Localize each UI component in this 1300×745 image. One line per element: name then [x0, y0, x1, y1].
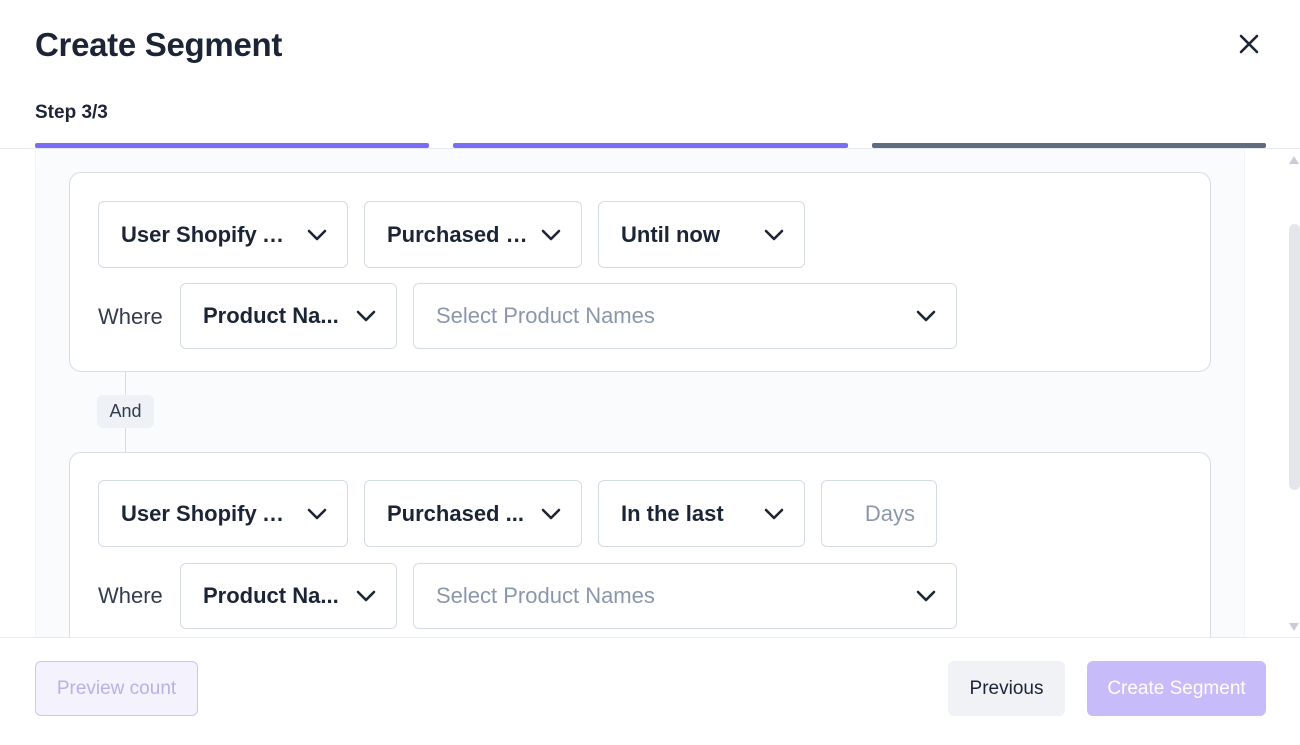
- action-dropdown-value: Purchased a...: [387, 221, 531, 247]
- close-icon[interactable]: [1238, 33, 1260, 60]
- product-names-select[interactable]: Select Product Names: [413, 283, 957, 349]
- action-dropdown[interactable]: Purchased a...: [364, 201, 582, 268]
- preview-count-button[interactable]: Preview count: [35, 661, 198, 716]
- close-button[interactable]: [1233, 30, 1265, 62]
- chevron-down-icon: [307, 225, 327, 245]
- time-range-value: Until now: [621, 221, 720, 247]
- product-names-placeholder: Select Product Names: [436, 303, 655, 328]
- time-range-value: In the last: [621, 500, 724, 526]
- modal-title: Create Segment: [35, 26, 283, 63]
- where-label: Where: [98, 583, 163, 608]
- vertical-scrollbar[interactable]: [1285, 150, 1300, 637]
- where-label: Where: [98, 304, 163, 329]
- scroll-up-arrow-icon[interactable]: [1289, 156, 1299, 164]
- property-dropdown[interactable]: Product Na...: [180, 283, 397, 349]
- chevron-down-icon: [916, 586, 936, 606]
- and-operator-badge[interactable]: And: [97, 395, 154, 428]
- modal-footer: Preview count Previous Create Segment: [0, 637, 1300, 745]
- property-dropdown-value: Product Na...: [203, 583, 339, 608]
- chevron-down-icon: [541, 504, 561, 524]
- connector-line-top: [125, 372, 126, 395]
- property-dropdown[interactable]: Product Na...: [180, 563, 397, 629]
- product-names-select[interactable]: Select Product Names: [413, 563, 957, 629]
- event-dropdown[interactable]: User Shopify Ac...: [98, 480, 348, 547]
- modal-header: Create Segment Step 3/3: [0, 0, 1300, 150]
- chevron-down-icon: [307, 504, 327, 524]
- chevron-down-icon: [356, 586, 376, 606]
- chevron-down-icon: [916, 306, 936, 326]
- time-range-dropdown[interactable]: Until now: [598, 201, 805, 268]
- time-range-dropdown[interactable]: In the last: [598, 480, 805, 547]
- scroll-down-arrow-icon[interactable]: [1289, 623, 1299, 631]
- chevron-down-icon: [764, 504, 784, 524]
- connector-line-bottom: [125, 428, 126, 452]
- rule-card-1: User Shopify Ac... Purchased a... Until …: [69, 172, 1211, 372]
- property-dropdown-value: Product Na...: [203, 303, 339, 328]
- rule-card-2: User Shopify Ac... Purchased ... In the …: [69, 452, 1211, 637]
- chevron-down-icon: [356, 306, 376, 326]
- create-segment-button[interactable]: Create Segment: [1087, 661, 1266, 716]
- rules-scroll-area[interactable]: User Shopify Ac... Purchased a... Until …: [35, 149, 1245, 637]
- previous-button[interactable]: Previous: [948, 661, 1065, 716]
- scroll-thumb[interactable]: [1289, 224, 1300, 490]
- event-dropdown-value: User Shopify Ac...: [121, 500, 297, 526]
- step-indicator: Step 3/3: [35, 102, 108, 123]
- event-dropdown-value: User Shopify Ac...: [121, 221, 297, 247]
- action-dropdown[interactable]: Purchased ...: [364, 480, 582, 547]
- days-input[interactable]: Days: [821, 480, 937, 547]
- product-names-placeholder: Select Product Names: [436, 583, 655, 608]
- action-dropdown-value: Purchased ...: [387, 500, 524, 526]
- chevron-down-icon: [541, 225, 561, 245]
- chevron-down-icon: [764, 225, 784, 245]
- event-dropdown[interactable]: User Shopify Ac...: [98, 201, 348, 268]
